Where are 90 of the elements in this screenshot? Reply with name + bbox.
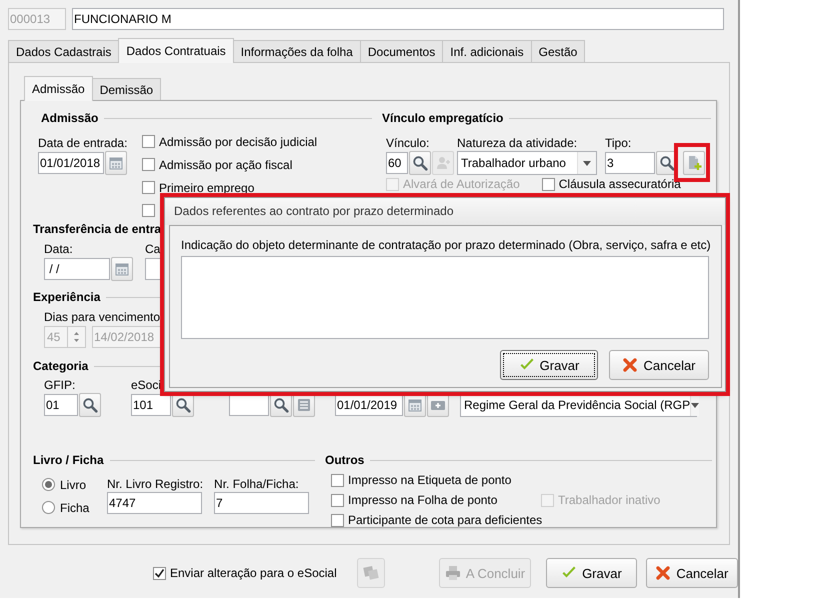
- text-field[interactable]: / /: [44, 258, 110, 280]
- checkbox[interactable]: [142, 181, 155, 194]
- list-icon: [296, 397, 312, 413]
- search-icon: [82, 397, 98, 413]
- calendar-button[interactable]: [105, 151, 127, 175]
- checkbox-label: Primeiro emprego: [159, 180, 254, 194]
- section-title: Transferência de entra: [33, 222, 162, 236]
- close-icon: [655, 565, 672, 581]
- checkbox-label: Admissão por decisão judicial: [159, 134, 318, 148]
- section-title: Experiência: [33, 290, 100, 304]
- field-label: GFIP:: [44, 378, 76, 393]
- field-label: eSoci: [131, 378, 162, 393]
- checkbox-label: Cláusula assecuratória: [558, 177, 681, 191]
- search-icon: [659, 155, 675, 171]
- checkbox[interactable]: [153, 566, 166, 580]
- calendar-button[interactable]: [111, 257, 133, 281]
- search-icon: [412, 155, 428, 171]
- field-label: Nr. Livro Registro:: [107, 477, 204, 492]
- text-field[interactable]: 101: [131, 394, 171, 416]
- checkbox[interactable]: [142, 158, 155, 171]
- printer-icon: [444, 565, 461, 581]
- search-button[interactable]: [79, 393, 101, 417]
- checkbox[interactable]: [542, 178, 555, 190]
- checkbox[interactable]: [142, 135, 155, 148]
- checkbox[interactable]: [331, 494, 344, 506]
- calendar-icon: [108, 155, 124, 171]
- person-icon: [435, 155, 451, 171]
- tab[interactable]: Inf. adicionais: [442, 40, 532, 62]
- add-document-button[interactable]: [683, 151, 705, 175]
- field-label: Indicação do objeto determinante de contratação por prazo determinado (Obra, serviço, safra e etc): [181, 237, 709, 253]
- text-field[interactable]: [229, 394, 269, 416]
- tab[interactable]: Admissão: [24, 76, 93, 101]
- text-field[interactable]: 7: [214, 492, 310, 514]
- search-button[interactable]: [409, 151, 431, 175]
- text-area[interactable]: [181, 256, 709, 339]
- field-label: Dias para vencimento: [44, 310, 162, 325]
- field-label: Data de entrada:: [38, 136, 128, 151]
- text-field[interactable]: 01/01/2019: [335, 394, 403, 416]
- text-field[interactable]: 3: [605, 152, 655, 174]
- document-plus-icon: [686, 155, 702, 171]
- field-label: Natureza da atividade:: [457, 136, 578, 151]
- text-field[interactable]: 4747: [107, 492, 202, 514]
- checkbox-label: Impresso na Etiqueta de ponto: [348, 473, 512, 487]
- caret-icon: [577, 152, 596, 174]
- field-label: Nr. Folha/Ficha:: [214, 477, 300, 492]
- section-title: Livro / Ficha: [33, 453, 104, 467]
- radio-label: Ficha: [60, 500, 90, 514]
- checkbox[interactable]: [142, 204, 155, 217]
- section-title: Admissão: [41, 111, 98, 125]
- field-label: Tipo:: [605, 136, 632, 151]
- tab[interactable]: Documentos: [360, 40, 444, 62]
- copy-button[interactable]: [356, 558, 385, 588]
- checkbox-label: Impresso na Folha de ponto: [348, 493, 498, 507]
- dialog-title: Dados referentes ao contrato por prazo determinado: [165, 198, 725, 225]
- tab[interactable]: Informações da folha: [232, 40, 361, 62]
- save-button[interactable]: Gravar: [500, 350, 598, 380]
- tab[interactable]: Dados Contratuais: [118, 38, 234, 63]
- caret-icon: [690, 394, 700, 416]
- field-label: Vínculo:: [386, 136, 430, 151]
- checkbox[interactable]: [331, 474, 344, 486]
- checkbox-label: Enviar alteração para o eSocial: [170, 566, 337, 580]
- checkbox[interactable]: [331, 514, 344, 526]
- close-icon: [622, 357, 638, 373]
- checkbox-label: Trabalhador inativo: [558, 493, 660, 507]
- search-icon: [175, 397, 191, 413]
- save-button[interactable]: Gravar: [546, 558, 637, 588]
- pages-icon: [362, 565, 379, 581]
- search-icon: [273, 397, 289, 413]
- text-field[interactable]: 60: [386, 152, 408, 174]
- radio-label: Livro: [60, 478, 86, 492]
- tab[interactable]: Gestão: [530, 40, 586, 62]
- text-field[interactable]: FUNCIONARIO M: [72, 8, 724, 30]
- section-title: Outros: [325, 453, 364, 467]
- tab[interactable]: Dados Cadastrais: [8, 40, 120, 62]
- dropdown[interactable]: Trabalhador urbano: [457, 151, 597, 175]
- text-field[interactable]: 01: [44, 394, 78, 416]
- text-field[interactable]: 01/01/2018: [38, 152, 104, 174]
- checkbox-label: Participante de cota para deficientes: [348, 513, 542, 527]
- section-title: Categoria: [33, 359, 88, 373]
- calendar-icon: [114, 261, 130, 277]
- calendar-icon: [407, 397, 423, 413]
- radio-button[interactable]: [42, 478, 55, 491]
- checkbox-label: Admissão por ação fiscal: [159, 158, 292, 172]
- checkbox-label: Alvará de Autorização: [403, 177, 520, 191]
- section-title: Vínculo empregatício: [382, 111, 504, 125]
- field-label: Data:: [44, 242, 74, 257]
- cancel-button[interactable]: Cancelar: [609, 350, 709, 380]
- radio-button[interactable]: [42, 501, 55, 514]
- tab[interactable]: Demissão: [92, 78, 162, 100]
- cancel-button[interactable]: Cancelar: [646, 558, 738, 588]
